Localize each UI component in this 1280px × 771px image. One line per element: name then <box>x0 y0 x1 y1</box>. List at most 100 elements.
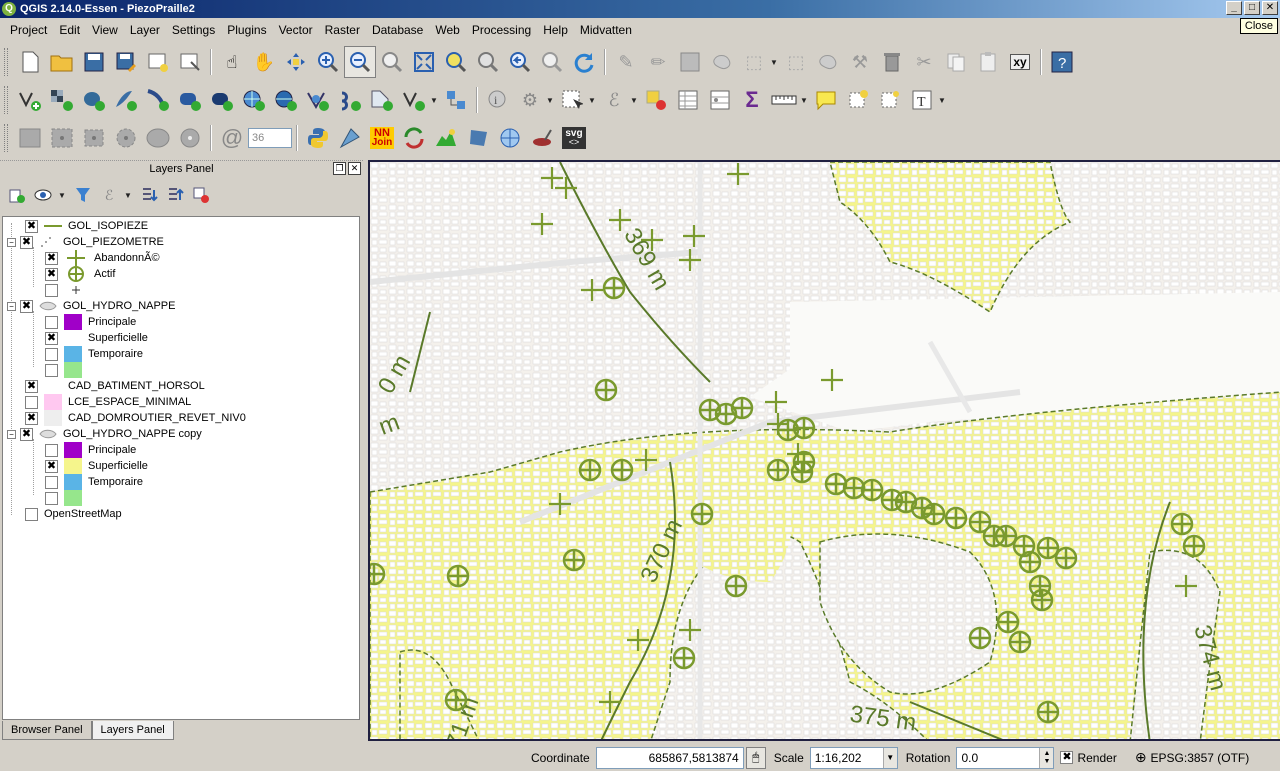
layer-row-gol-isopieze[interactable]: ✖ GOL_ISOPIEZE <box>25 218 148 234</box>
menu-settings[interactable]: Settings <box>166 23 221 37</box>
manage-visibility-icon[interactable] <box>32 184 54 206</box>
toolbar-grip[interactable] <box>4 124 8 152</box>
add-part-icon[interactable]: ⬚ <box>738 46 770 78</box>
render-checkbox[interactable]: ✖ <box>1060 751 1074 764</box>
add-spatialite-layer-icon[interactable] <box>110 84 142 116</box>
add-group-icon[interactable] <box>6 184 28 206</box>
layer-checkbox[interactable]: ✖ <box>25 219 38 233</box>
zoom-to-selection-icon[interactable] <box>440 46 472 78</box>
help-icon[interactable]: ? <box>1046 46 1078 78</box>
layer-checkbox[interactable]: ✖ <box>25 379 38 393</box>
collapse-icon[interactable]: − <box>7 237 16 247</box>
new-bookmark-icon[interactable] <box>842 84 874 116</box>
new-print-composer-icon[interactable] <box>142 46 174 78</box>
crs-status[interactable]: EPSG:3857 (OTF) <box>1151 751 1250 765</box>
chevron-down-icon[interactable]: ▼ <box>882 747 897 768</box>
legend-row-other[interactable] <box>45 282 94 298</box>
dropdown-arrow-icon[interactable]: ▼ <box>430 96 440 105</box>
node-tool-icon[interactable] <box>812 46 844 78</box>
legend-checkbox[interactable] <box>45 491 58 505</box>
coordinate-field[interactable]: 685867,5813874 <box>595 746 744 769</box>
layer-row-cad-batiment-horsol[interactable]: ✖ CAD_BATIMENT_HORSOL <box>25 378 205 394</box>
terrain-profile-icon[interactable] <box>430 122 462 154</box>
advanced-digitize-circle-icon[interactable] <box>110 122 142 154</box>
collapse-icon[interactable]: − <box>7 301 16 311</box>
pan-icon[interactable]: ✋ <box>248 46 280 78</box>
tab-browser-panel[interactable]: Browser Panel <box>2 721 92 740</box>
legend-checkbox[interactable]: ✖ <box>45 267 58 281</box>
edit-tool-icon[interactable]: ⚒ <box>844 46 876 78</box>
legend-row-temporaire[interactable]: Temporaire <box>45 474 143 490</box>
add-delimited-text-icon[interactable] <box>334 84 366 116</box>
advanced-digitize-ellipse-icon[interactable] <box>142 122 174 154</box>
toolbar-grip[interactable] <box>4 86 8 114</box>
toolbar-grip[interactable] <box>4 48 8 76</box>
text-annotation-icon[interactable]: T <box>906 84 938 116</box>
zoom-full-icon[interactable] <box>408 46 440 78</box>
advanced-digitize-square-icon[interactable] <box>46 122 78 154</box>
layer-row-gol-piezometre[interactable]: − ✖ GOL_PIEZOMETRE <box>7 234 164 250</box>
legend-row-principale[interactable]: Principale <box>45 442 136 458</box>
save-edits-icon[interactable] <box>674 46 706 78</box>
advanced-digitize-circle-center-icon[interactable] <box>174 122 206 154</box>
legend-row-temporaire[interactable]: Temporaire <box>45 346 143 362</box>
add-raster-layer-icon[interactable] <box>46 84 78 116</box>
legend-checkbox[interactable] <box>45 347 58 361</box>
add-wcs-layer-icon[interactable] <box>270 84 302 116</box>
copy-features-icon[interactable] <box>940 46 972 78</box>
legend-checkbox[interactable] <box>45 315 58 329</box>
menu-plugins[interactable]: Plugins <box>221 23 272 37</box>
layers-panel-header[interactable]: Layers Panel ❐ ✕ <box>0 160 363 176</box>
attribute-table-icon[interactable] <box>672 84 704 116</box>
add-mssql-layer-icon[interactable] <box>142 84 174 116</box>
menu-help[interactable]: Help <box>537 23 574 37</box>
legend-row-superficielle[interactable]: ✖ Superficielle <box>45 330 148 346</box>
zoom-native-icon[interactable] <box>376 46 408 78</box>
add-wfs-layer-icon[interactable] <box>302 84 334 116</box>
zoom-out-icon[interactable] <box>344 46 376 78</box>
plugin-geo-icon[interactable] <box>334 122 366 154</box>
delete-selected-icon[interactable] <box>876 46 908 78</box>
menu-view[interactable]: View <box>86 23 124 37</box>
dropdown-arrow-icon[interactable]: ▼ <box>770 58 780 67</box>
close-button[interactable]: ✕ <box>1262 1 1278 15</box>
menu-layer[interactable]: Layer <box>124 23 166 37</box>
toggle-editing-icon[interactable]: ✏ <box>642 46 674 78</box>
cut-features-icon[interactable]: ✂ <box>908 46 940 78</box>
identify-features-icon[interactable]: i <box>482 84 514 116</box>
map-tips-icon[interactable] <box>810 84 842 116</box>
spiral-icon[interactable]: @ <box>216 122 248 154</box>
tab-layers-panel[interactable]: Layers Panel <box>91 721 174 740</box>
coordinate-toggle-icon[interactable]: 🖱 <box>745 746 766 769</box>
layer-checkbox[interactable]: ✖ <box>20 427 33 441</box>
layer-checkbox[interactable] <box>25 395 38 409</box>
dropdown-arrow-icon[interactable]: ▼ <box>546 96 556 105</box>
dropdown-arrow-icon[interactable]: ▼ <box>124 191 134 200</box>
layer-tree-icon[interactable] <box>440 84 472 116</box>
measure-line-icon[interactable] <box>768 84 800 116</box>
segments-spinbox[interactable]: 36 <box>248 128 292 148</box>
touch-zoom-icon[interactable]: ☝ <box>216 46 248 78</box>
paint-plugin-icon[interactable] <box>526 122 558 154</box>
menu-midvatten[interactable]: Midvatten <box>574 23 638 37</box>
refresh-icon[interactable] <box>568 46 600 78</box>
menu-raster[interactable]: Raster <box>319 23 366 37</box>
dropdown-arrow-icon[interactable]: ▼ <box>938 96 948 105</box>
legend-row-other[interactable] <box>45 362 88 378</box>
legend-checkbox[interactable]: ✖ <box>45 331 58 345</box>
layer-checkbox[interactable]: ✖ <box>20 299 33 313</box>
current-edits-icon[interactable]: ✎ <box>610 46 642 78</box>
svg-plugin-icon[interactable]: svg <> <box>558 122 590 154</box>
python-console-icon[interactable] <box>302 122 334 154</box>
statistical-summary-icon[interactable]: Σ <box>736 84 768 116</box>
refresh-plugin-icon[interactable] <box>398 122 430 154</box>
legend-checkbox[interactable] <box>45 283 58 297</box>
nnjoin-icon[interactable]: NN Join <box>366 122 398 154</box>
expand-all-icon[interactable] <box>138 184 160 206</box>
legend-row-abandonne[interactable]: ✖ AbandonnÃ© <box>45 250 160 266</box>
legend-checkbox[interactable] <box>45 475 58 489</box>
run-feature-action-icon[interactable]: ⚙ <box>514 84 546 116</box>
menu-edit[interactable]: Edit <box>53 23 86 37</box>
add-virtual-layer-icon[interactable] <box>366 84 398 116</box>
parallelogram-plugin-icon[interactable] <box>462 122 494 154</box>
